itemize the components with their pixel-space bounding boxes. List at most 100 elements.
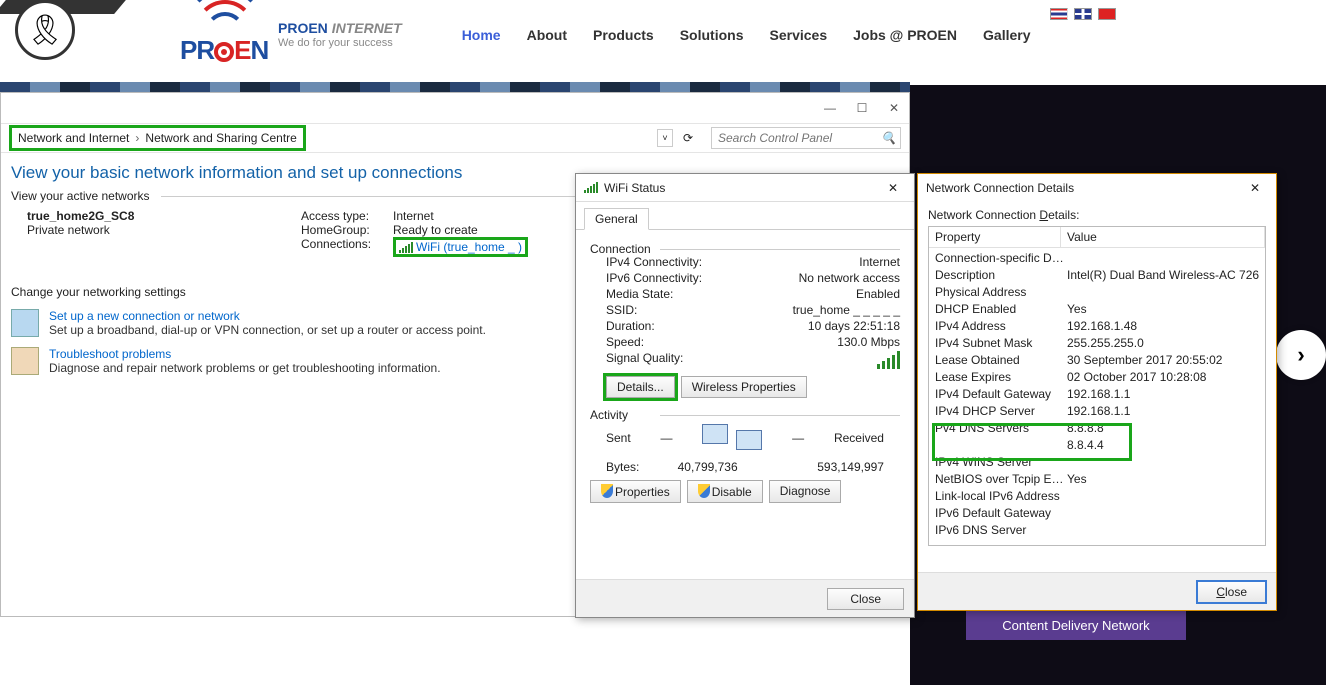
group-heading: Activity xyxy=(590,408,628,422)
table-row[interactable]: Physical Address xyxy=(929,284,1265,301)
property-cell: Lease Obtained xyxy=(935,352,1067,369)
setup-connection-desc: Set up a broadband, dial-up or VPN conne… xyxy=(49,323,486,337)
table-row[interactable]: DHCP EnabledYes xyxy=(929,301,1265,318)
details-table: Property Value Connection-specific DN...… xyxy=(928,226,1266,546)
nav-solutions[interactable]: Solutions xyxy=(680,27,744,43)
table-row[interactable]: Lease Expires02 October 2017 10:28:08 xyxy=(929,369,1265,386)
label: IPv4 Connectivity: xyxy=(606,255,702,269)
nav-services[interactable]: Services xyxy=(770,27,828,43)
flag-uk-icon[interactable] xyxy=(1074,8,1092,20)
network-name: true_home2G_SC8 xyxy=(27,209,301,223)
table-row[interactable]: IPv4 Address192.168.1.48 xyxy=(929,318,1265,335)
close-icon[interactable]: ✕ xyxy=(1242,179,1268,197)
table-row[interactable]: DescriptionIntel(R) Dual Band Wireless-A… xyxy=(929,267,1265,284)
wireless-properties-button[interactable]: Wireless Properties xyxy=(681,376,807,398)
breadcrumb[interactable]: Network and Internet › Network and Shari… xyxy=(9,125,306,151)
bytes-sent: 40,799,736 xyxy=(678,460,738,474)
table-row[interactable]: Link-local IPv6 Address xyxy=(929,488,1265,505)
value: Internet xyxy=(393,209,434,223)
table-row[interactable]: Connection-specific DN... xyxy=(929,250,1265,267)
value-cell xyxy=(1067,250,1259,267)
table-row[interactable]: IPv4 Default Gateway192.168.1.1 xyxy=(929,386,1265,403)
brand-title: PROEN xyxy=(278,20,328,36)
table-row[interactable]: IPv4 WINS Server xyxy=(929,454,1265,471)
network-type: Private network xyxy=(27,223,301,237)
refresh-icon[interactable]: ⟳ xyxy=(679,129,697,147)
nav-jobs[interactable]: Jobs @ PROEN xyxy=(853,27,957,43)
cdn-box[interactable]: Content Delivery Network xyxy=(966,610,1186,640)
table-row[interactable]: NetBIOS over Tcpip En...Yes xyxy=(929,471,1265,488)
property-cell: IPv6 DNS Server xyxy=(935,522,1067,539)
value: true_home _ _ _ _ _ xyxy=(793,303,900,317)
property-cell: Description xyxy=(935,267,1067,284)
breadcrumb-item[interactable]: Network and Sharing Centre xyxy=(145,131,296,145)
close-icon[interactable]: ✕ xyxy=(880,179,906,197)
dialog-title: Network Connection Details xyxy=(926,181,1236,195)
close-icon[interactable]: ✕ xyxy=(887,101,901,115)
flag-cn-icon[interactable] xyxy=(1098,8,1116,20)
setup-connection-link[interactable]: Set up a new connection or network xyxy=(49,309,486,323)
property-cell: Lease Expires xyxy=(935,369,1067,386)
search-input[interactable]: 🔍 xyxy=(711,127,901,149)
homegroup-link[interactable]: Ready to create xyxy=(393,223,478,237)
value: 10 days 22:51:18 xyxy=(808,319,900,333)
maximize-icon[interactable]: ☐ xyxy=(855,101,869,115)
nav-products[interactable]: Products xyxy=(593,27,654,43)
property-cell: Link-local IPv6 Address xyxy=(935,488,1067,505)
table-row[interactable]: IPv4 Subnet Mask255.255.255.0 xyxy=(929,335,1265,352)
nav-home[interactable]: Home xyxy=(462,27,501,43)
column-property[interactable]: Property xyxy=(929,227,1061,247)
property-cell: IPv4 DHCP Server xyxy=(935,403,1067,420)
table-row[interactable]: IPv6 Default Gateway xyxy=(929,505,1265,522)
tab-general[interactable]: General xyxy=(584,208,649,230)
connection-link[interactable]: WiFi (true_home _ ) xyxy=(393,237,528,257)
breadcrumb-item[interactable]: Network and Internet xyxy=(18,131,129,145)
value: No network access xyxy=(799,271,900,285)
main-nav: Home About Products Solutions Services J… xyxy=(462,27,1031,43)
property-cell: Pv4 DNS Servers xyxy=(935,420,1067,437)
table-row[interactable]: 8.8.4.4 xyxy=(929,437,1265,454)
value-cell: Yes xyxy=(1067,471,1259,488)
next-arrow-icon[interactable]: › xyxy=(1276,330,1326,380)
shield-icon xyxy=(601,484,613,498)
label: Access type: xyxy=(301,209,387,223)
value-cell xyxy=(1067,454,1259,471)
property-cell: IPv4 WINS Server xyxy=(935,454,1067,471)
table-row[interactable]: IPv6 DNS Server xyxy=(929,522,1265,539)
property-cell: IPv4 Address xyxy=(935,318,1067,335)
troubleshoot-icon xyxy=(11,347,39,375)
property-cell: IPv4 Subnet Mask xyxy=(935,335,1067,352)
address-dropdown-icon[interactable]: ˅ xyxy=(657,129,673,147)
table-row[interactable]: Pv4 DNS Servers8.8.8.8 xyxy=(929,420,1265,437)
label: Signal Quality: xyxy=(606,351,683,369)
property-cell: IPv6 Default Gateway xyxy=(935,505,1067,522)
label: Duration: xyxy=(606,319,655,333)
sent-label: Sent xyxy=(606,431,631,445)
diagnose-button[interactable]: Diagnose xyxy=(769,480,842,503)
value-cell: 8.8.8.8 xyxy=(1067,420,1259,437)
properties-button[interactable]: Properties xyxy=(590,480,681,503)
table-row[interactable]: IPv4 DHCP Server192.168.1.1 xyxy=(929,403,1265,420)
nav-about[interactable]: About xyxy=(527,27,567,43)
received-label: Received xyxy=(834,431,884,445)
value-cell: 192.168.1.1 xyxy=(1067,386,1259,403)
connection-name: WiFi (true_home _ ) xyxy=(416,240,522,254)
wifi-status-dialog: WiFi Status ✕ General Connection IPv4 Co… xyxy=(575,173,915,618)
table-row[interactable]: Lease Obtained30 September 2017 20:55:02 xyxy=(929,352,1265,369)
close-button[interactable]: Close xyxy=(827,588,904,610)
value-cell: 30 September 2017 20:55:02 xyxy=(1067,352,1259,369)
column-value[interactable]: Value xyxy=(1061,227,1265,247)
details-button[interactable]: Details... xyxy=(606,376,675,398)
troubleshoot-link[interactable]: Troubleshoot problems xyxy=(49,347,441,361)
value-cell: 8.8.4.4 xyxy=(1067,437,1259,454)
minimize-icon[interactable]: — xyxy=(823,101,837,115)
label: Bytes: xyxy=(606,460,639,474)
disable-button[interactable]: Disable xyxy=(687,480,763,503)
flag-th-icon[interactable] xyxy=(1050,8,1068,20)
nav-gallery[interactable]: Gallery xyxy=(983,27,1030,43)
value-cell: 02 October 2017 10:28:08 xyxy=(1067,369,1259,386)
close-button[interactable]: Close xyxy=(1197,581,1266,603)
property-cell: Physical Address xyxy=(935,284,1067,301)
bytes-received: 593,149,997 xyxy=(817,460,884,474)
dialog-title: WiFi Status xyxy=(604,181,874,195)
